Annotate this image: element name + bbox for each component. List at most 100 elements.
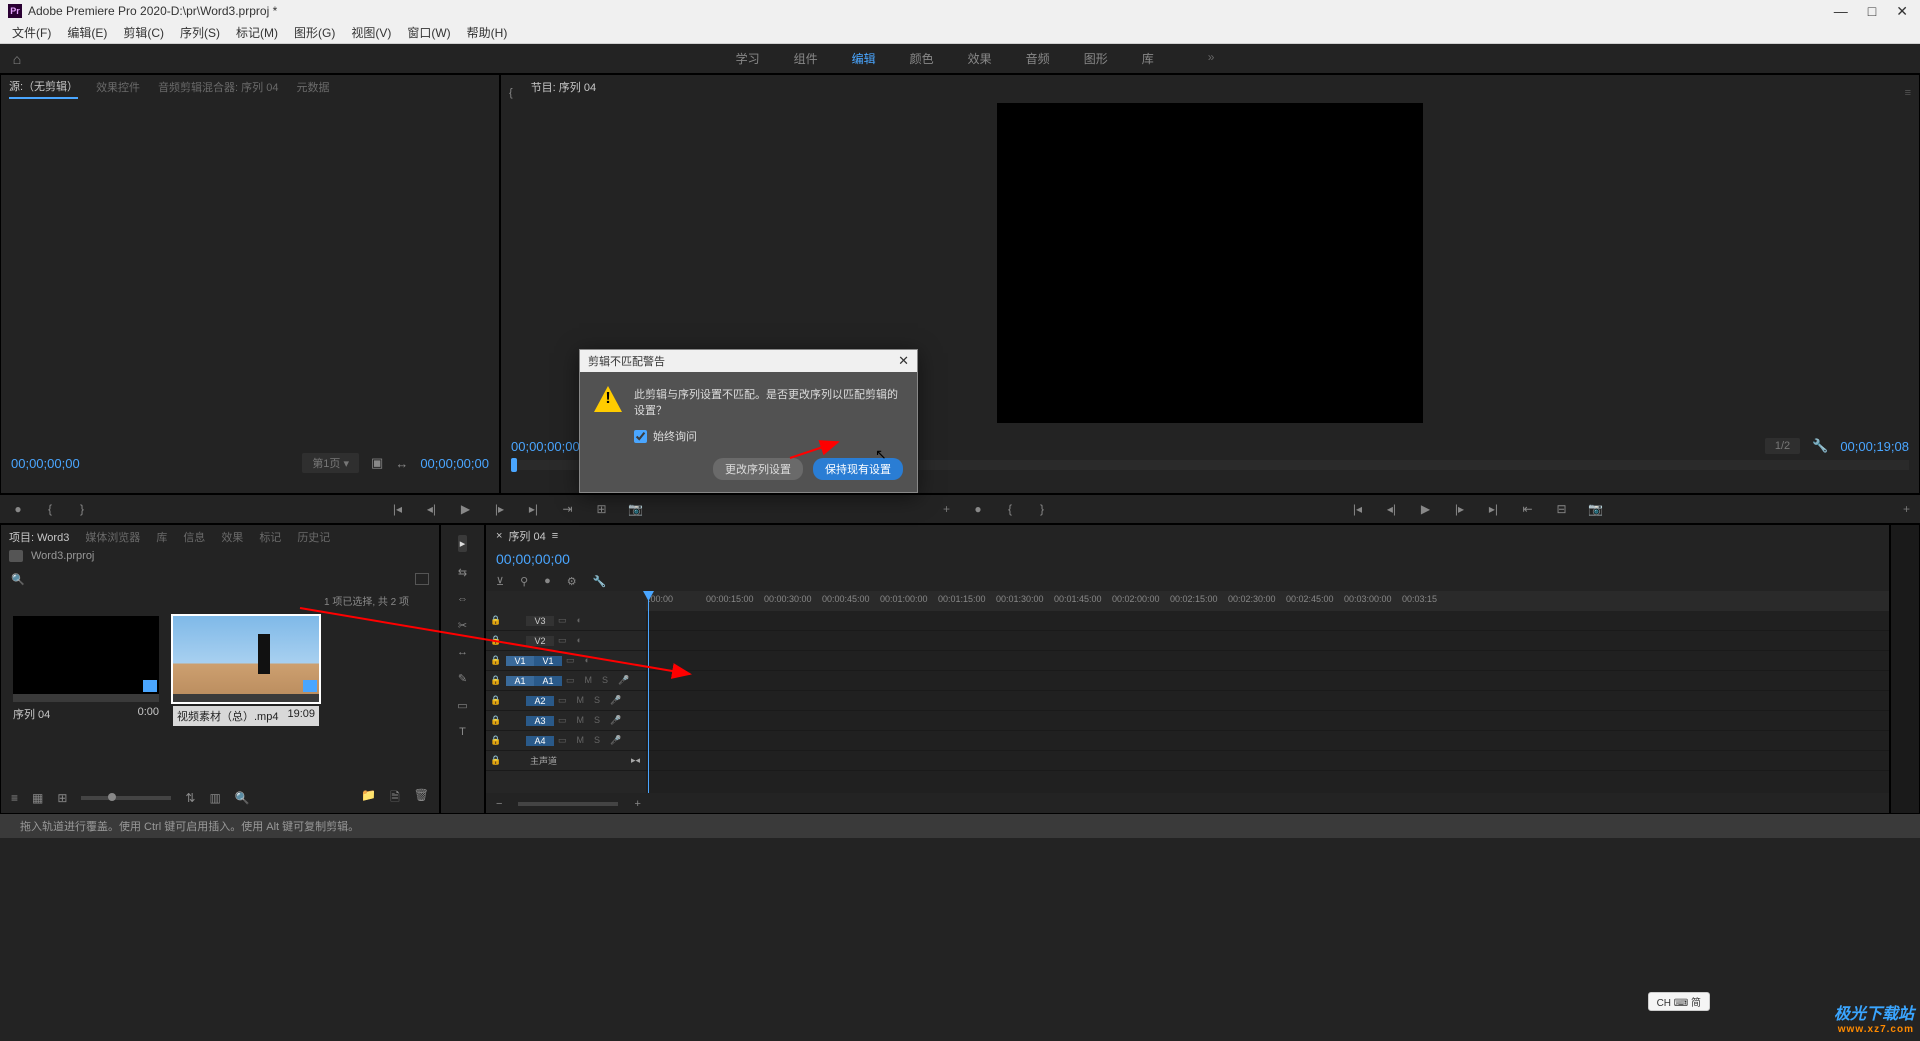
zoom-out-icon[interactable]: − [496,798,502,810]
settings-icon[interactable]: ⚙ [567,575,577,588]
razor-tool-icon[interactable]: ✂ [458,619,467,632]
program-tc-left[interactable]: 00;00;00;00 [511,439,580,454]
ws-tab-audio[interactable]: 音频 [1026,50,1050,67]
overlay-icon[interactable]: ↔ [395,456,408,471]
goto-in2-icon[interactable]: |◂ [1349,502,1365,516]
tab-audio-mixer[interactable]: 音频剪辑混合器: 序列 04 [158,79,278,99]
link-icon[interactable]: ⚲ [520,575,528,588]
timeline-tab[interactable]: 序列 04 [508,528,545,544]
in-icon[interactable]: { [42,502,58,516]
tab-effect-controls[interactable]: 效果控件 [96,79,140,99]
menu-edit[interactable]: 编辑(E) [59,24,115,41]
extract-icon[interactable]: ⊟ [1553,502,1569,516]
overwrite-icon[interactable]: ⊞ [593,502,609,516]
track-a2[interactable]: 🔒A2▭MS🎤 [486,691,646,711]
tab-program[interactable]: 节目: 序列 04 [531,79,596,99]
insert-icon[interactable]: ⇥ [559,502,575,516]
keep-settings-button[interactable]: 保持现有设置 [813,458,903,480]
track-a1[interactable]: 🔒A1A1▭MS🎤 [486,671,646,691]
step-back-icon[interactable]: ◂| [423,502,439,516]
zoom-slider[interactable] [518,802,618,806]
track-a4[interactable]: 🔒A4▭MS🎤 [486,731,646,751]
time-ruler[interactable]: :00:00 00:00:15:00 00:00:30:00 00:00:45:… [646,591,1889,611]
menu-graphics[interactable]: 图形(G) [286,24,343,41]
export-frame-icon[interactable]: 📷 [627,502,643,516]
playhead[interactable] [648,591,649,793]
step-back2-icon[interactable]: ◂| [1383,502,1399,516]
icon-view-icon[interactable]: ▦ [32,791,43,805]
change-sequence-button[interactable]: 更改序列设置 [713,458,803,480]
search-icon[interactable]: 🔍 [11,573,25,586]
rect-tool-icon[interactable]: ▭ [457,699,467,712]
program-tc-right[interactable]: 00;00;19;08 [1840,439,1909,454]
goto-out2-icon[interactable]: ▸| [1485,502,1501,516]
step-fwd-icon[interactable]: |▸ [491,502,507,516]
breadcrumb-label[interactable]: Word3.prproj [31,550,94,562]
panel-menu-icon[interactable]: ≡ [1905,87,1911,99]
step-fwd2-icon[interactable]: |▸ [1451,502,1467,516]
timeline-tracks[interactable]: :00:00 00:00:15:00 00:00:30:00 00:00:45:… [646,591,1889,793]
out-icon[interactable]: } [74,502,90,516]
sort-icon[interactable]: ⇅ [185,791,195,805]
program-zoom-select[interactable]: 1/2 [1765,438,1800,454]
menu-help[interactable]: 帮助(H) [459,24,516,41]
play-icon[interactable]: ▶ [457,502,473,516]
marker-tl-icon[interactable]: ● [544,575,551,587]
menu-sequence[interactable]: 序列(S) [172,24,228,41]
wrench-icon[interactable]: 🔧 [1812,438,1828,454]
track-v2[interactable]: 🔒V2▭◐ [486,631,646,651]
tab-history[interactable]: 历史记 [297,529,330,545]
menu-markers[interactable]: 标记(M) [228,24,286,41]
add-button2-icon[interactable]: + [1903,502,1910,516]
list-view-icon[interactable]: ≡ [11,791,18,805]
tab-markers[interactable]: 标记 [259,529,281,545]
toggle-icon[interactable]: ▭ [558,615,567,626]
in2-icon[interactable]: { [1002,502,1018,516]
tab-info[interactable]: 信息 [183,529,205,545]
ws-tab-assembly[interactable]: 组件 [794,50,818,67]
track-a3[interactable]: 🔒A3▭MS🎤 [486,711,646,731]
lift-icon[interactable]: ⇤ [1519,502,1535,516]
tab-effects2[interactable]: 效果 [221,529,243,545]
out2-icon[interactable]: } [1034,502,1050,516]
ws-tab-learn[interactable]: 学习 [736,50,760,67]
tab-close-icon[interactable]: × [496,530,502,542]
menu-bar[interactable]: 文件(F) 编辑(E) 剪辑(C) 序列(S) 标记(M) 图形(G) 视图(V… [0,22,1920,44]
ws-tab-library[interactable]: 库 [1142,50,1154,67]
wrench2-icon[interactable]: 🔧 [593,575,607,588]
ws-tab-graphics[interactable]: 图形 [1084,50,1108,67]
bin-item-video[interactable]: 视频素材（总）.mp419:09 [173,616,319,726]
menu-window[interactable]: 窗口(W) [399,24,458,41]
home-icon[interactable]: ⌂ [4,46,30,72]
bin-item-sequence[interactable]: 序列 040:00 [13,616,159,726]
ws-tab-effects[interactable]: 效果 [968,50,992,67]
type-tool-icon[interactable]: T [459,726,466,738]
goto-in-icon[interactable]: |◂ [389,502,405,516]
close-button[interactable]: ✕ [1896,3,1908,20]
tab-metadata[interactable]: 元数据 [296,79,329,99]
auto-seq-icon[interactable]: ▥ [209,791,220,805]
tab-libraries[interactable]: 库 [156,529,167,545]
play2-icon[interactable]: ▶ [1417,502,1433,516]
marker-icon[interactable]: ● [10,502,26,516]
track-master[interactable]: 🔒主声道▸◂ [486,751,646,771]
source-tc-right[interactable]: 00;00;00;00 [420,456,489,471]
eye-icon[interactable]: ◐ [577,615,582,626]
dialog-close-icon[interactable]: ✕ [898,353,909,369]
freeform-icon[interactable]: ⊞ [57,791,67,805]
ripple-tool-icon[interactable]: ⇔ [457,593,468,605]
timeline-timecode[interactable]: 00;00;00;00 [486,547,1889,571]
menu-file[interactable]: 文件(F) [4,24,59,41]
zoom-in-icon[interactable]: + [634,798,640,810]
minimize-button[interactable]: — [1834,3,1848,20]
menu-view[interactable]: 视图(V) [343,24,399,41]
find-icon[interactable]: 🔍 [235,791,250,805]
track-v1[interactable]: 🔒V1V1▭◐ [486,651,646,671]
slip-tool-icon[interactable]: ↔ [457,646,468,658]
selection-tool-icon[interactable]: ▸ [458,535,468,552]
ws-tab-color[interactable]: 颜色 [910,50,934,67]
always-ask-input[interactable] [634,430,647,443]
track-v3[interactable]: 🔒V3▭◐ [486,611,646,631]
tab-source[interactable]: 源:（无剪辑） [9,78,78,99]
pen-tool-icon[interactable]: ✎ [458,672,467,685]
